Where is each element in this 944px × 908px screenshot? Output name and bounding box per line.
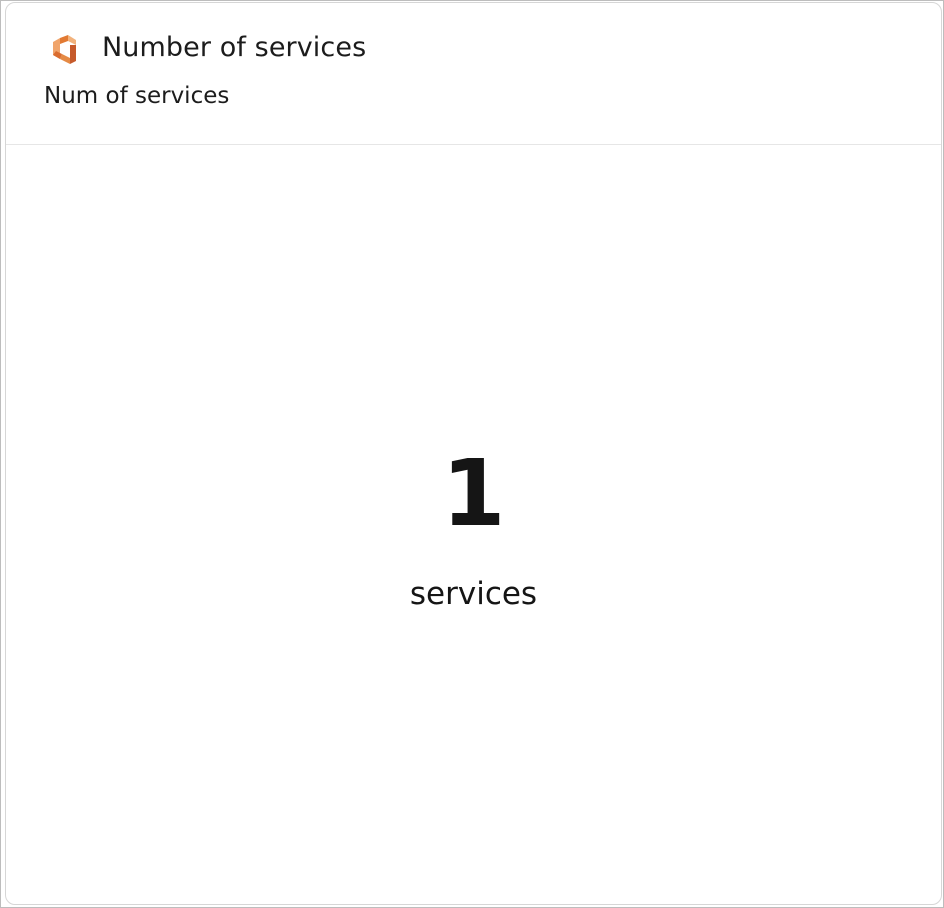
hexagon-logo-icon [48,33,82,67]
card-body: 1 services [6,145,941,904]
card-header: Number of services Num of services [6,3,941,145]
widget-frame: Number of services Num of services 1 ser… [0,0,944,908]
card-title: Number of services [102,32,367,63]
metric-unit-label: services [409,576,538,612]
metric-value: 1 [441,440,506,547]
metric-card: Number of services Num of services 1 ser… [5,2,942,905]
card-subtitle: Num of services [44,83,230,109]
